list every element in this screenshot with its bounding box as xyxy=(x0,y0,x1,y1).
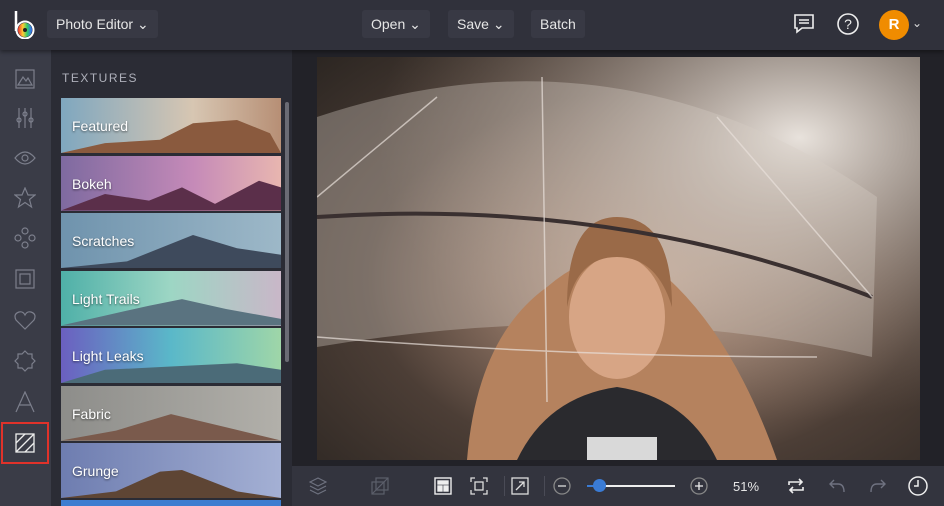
panel-scrollbar[interactable] xyxy=(285,102,289,362)
befunky-logo[interactable] xyxy=(12,9,38,39)
fit-screen-icon[interactable] xyxy=(469,476,489,496)
texture-label: Light Leaks xyxy=(72,348,144,364)
texture-light-leaks[interactable]: Light Leaks xyxy=(61,328,281,383)
texture-label: Scratches xyxy=(72,233,135,249)
zoom-in-button[interactable] xyxy=(689,476,709,496)
heart-icon[interactable] xyxy=(10,305,40,335)
bottom-toolbar: 51% xyxy=(292,466,944,506)
crop-overlay-icon[interactable] xyxy=(370,476,390,496)
open-label: Open xyxy=(371,16,406,32)
batch-button[interactable]: Batch xyxy=(531,10,585,38)
tool-rail xyxy=(0,50,51,506)
chevron-down-icon: ⌄ xyxy=(409,16,421,32)
texture-label: Light Trails xyxy=(72,290,140,307)
umbrella-photo-image xyxy=(317,57,920,460)
texture-scratches[interactable]: Scratches xyxy=(61,213,281,268)
texture-grunge[interactable]: Grunge xyxy=(61,443,281,498)
layout-icon[interactable] xyxy=(433,476,453,496)
texture-label: Featured xyxy=(72,118,129,134)
compare-icon[interactable] xyxy=(786,476,806,496)
adjust-sliders-icon[interactable] xyxy=(10,103,40,133)
zoom-slider[interactable] xyxy=(587,479,675,492)
chevron-down-icon[interactable]: ⌄ xyxy=(912,16,922,30)
texture-label: Bokeh xyxy=(72,175,112,192)
panel-title: TEXTURES xyxy=(62,71,139,85)
history-icon[interactable] xyxy=(908,476,928,496)
texture-light-trails[interactable]: Light Trails xyxy=(61,270,281,326)
textures-panel: TEXTURES Featured Bokeh Scratches Light … xyxy=(51,50,292,506)
batch-label: Batch xyxy=(540,16,576,32)
feedback-icon[interactable] xyxy=(792,12,816,36)
texture-featured[interactable]: Featured xyxy=(61,98,281,153)
texture-bokeh[interactable]: Bokeh xyxy=(61,155,281,211)
edit-tool-icon[interactable] xyxy=(10,64,40,94)
top-bar: Photo Editor ⌄ Open ⌄ Save ⌄ Batch ? R ⌄ xyxy=(0,0,944,50)
divider xyxy=(504,476,505,496)
avatar[interactable]: R xyxy=(879,10,909,40)
save-button[interactable]: Save ⌄ xyxy=(448,10,514,38)
photo-editor-menu[interactable]: Photo Editor ⌄ xyxy=(47,10,158,38)
expand-icon[interactable] xyxy=(510,476,530,496)
texture-label: Grunge xyxy=(72,463,119,479)
eye-icon[interactable] xyxy=(10,143,40,173)
zoom-percentage: 51% xyxy=(733,479,760,494)
redo-icon[interactable] xyxy=(868,476,888,496)
text-icon[interactable] xyxy=(10,387,40,417)
undo-icon[interactable] xyxy=(827,476,847,496)
divider xyxy=(544,476,545,496)
texture-fabric[interactable]: Fabric xyxy=(61,385,281,441)
chevron-down-icon: ⌄ xyxy=(136,16,149,32)
save-label: Save xyxy=(457,16,489,32)
zoom-out-button[interactable] xyxy=(552,476,572,496)
textures-icon[interactable] xyxy=(1,422,49,464)
star-icon[interactable] xyxy=(10,183,40,213)
texture-more[interactable] xyxy=(61,500,281,506)
open-button[interactable]: Open ⌄ xyxy=(362,10,430,38)
svg-text:?: ? xyxy=(844,16,852,32)
menu-label: Photo Editor xyxy=(56,16,134,32)
zoom-slider-thumb[interactable] xyxy=(593,479,607,492)
help-icon[interactable]: ? xyxy=(836,12,860,36)
badge-icon[interactable] xyxy=(10,346,40,376)
chevron-down-icon: ⌄ xyxy=(492,16,505,32)
photo-canvas[interactable] xyxy=(317,57,920,460)
texture-label: Fabric xyxy=(72,405,111,422)
graphics-icon[interactable] xyxy=(10,223,40,253)
layers-icon[interactable] xyxy=(308,476,328,496)
frame-icon[interactable] xyxy=(10,264,40,294)
